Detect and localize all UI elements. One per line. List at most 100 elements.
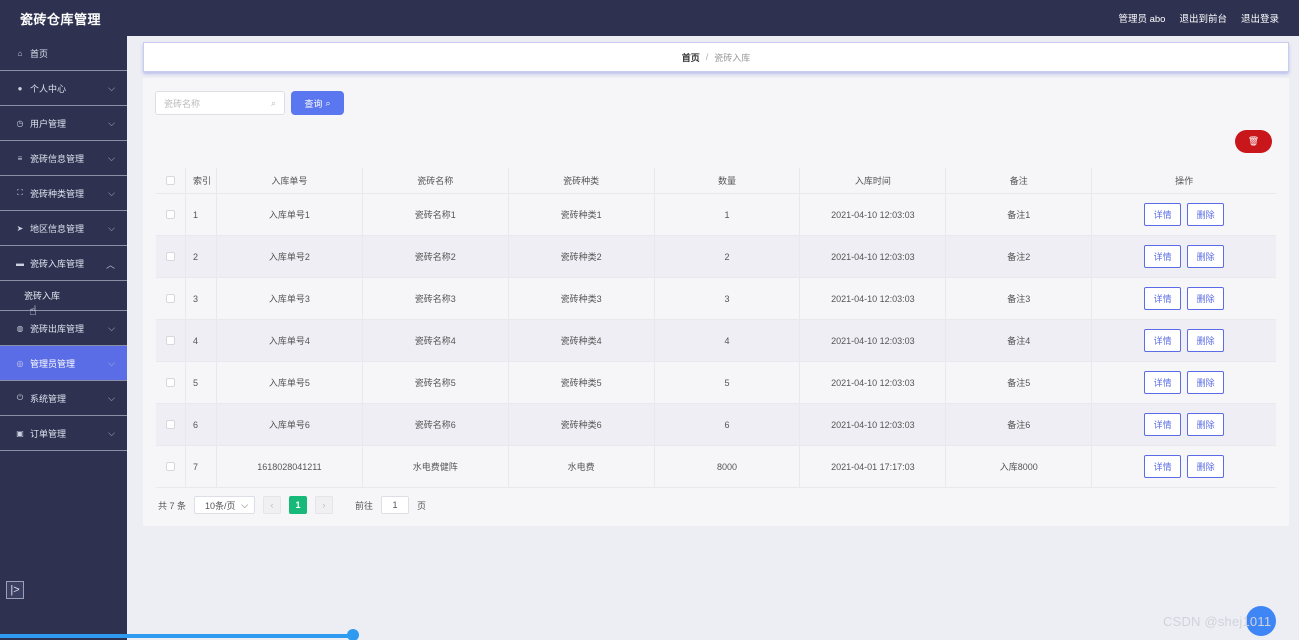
pagination-total: 共 7 条: [158, 500, 187, 511]
detail-button[interactable]: 详情: [1144, 203, 1182, 226]
search-input[interactable]: 瓷砖名称 ⌕: [155, 91, 285, 115]
select-all-checkbox[interactable]: [165, 176, 175, 185]
column-header: 瓷砖种类: [509, 168, 655, 193]
table-cell: 2: [655, 236, 801, 277]
sidebar-item-stock-out[interactable]: ◍ 瓷砖出库管理 ⌵: [0, 311, 127, 346]
table-cell: 瓷砖种类6: [509, 404, 655, 445]
submenu-item-label: 瓷砖入库: [24, 291, 61, 301]
clock-icon: ◷: [16, 118, 24, 128]
to-frontend-link[interactable]: 退出到前台: [1179, 11, 1227, 25]
delete-button[interactable]: 删除: [1187, 245, 1225, 268]
table-cell: 1618028041211: [217, 446, 363, 487]
table-cell: 瓷砖种类3: [509, 278, 655, 319]
logout-link[interactable]: 退出登录: [1241, 11, 1279, 25]
table-cell: 6: [186, 404, 217, 445]
sidebar-item-admins[interactable]: ◎ 管理员管理 ⌵: [0, 346, 127, 381]
search-icon: ⌕: [270, 97, 276, 108]
chevron-down-icon: ⌵: [108, 358, 115, 368]
compass-icon: ◎: [16, 358, 24, 368]
chevron-down-icon: ⌵: [108, 323, 115, 333]
sidebar-item-system[interactable]: ⏻ 系统管理 ⌵: [0, 381, 127, 416]
row-actions: 详情 删除: [1092, 404, 1276, 445]
table-cell: 瓷砖种类1: [509, 194, 655, 235]
sidebar-item-profile[interactable]: ● 个人中心 ⌵: [0, 71, 127, 106]
detail-button[interactable]: 详情: [1144, 245, 1182, 268]
user-icon: ●: [17, 83, 23, 93]
sidebar-item-orders[interactable]: ▣ 订单管理 ⌵: [0, 416, 127, 451]
row-checkbox[interactable]: [165, 294, 175, 303]
row-checkbox[interactable]: [165, 210, 175, 219]
row-checkbox[interactable]: [165, 420, 175, 429]
table-cell: 入库单号2: [217, 236, 363, 277]
watermark-text: CSDN @shej1011: [1163, 614, 1272, 629]
column-header: 操作: [1175, 176, 1194, 186]
row-checkbox[interactable]: [165, 378, 175, 387]
prev-page-button[interactable]: ‹: [263, 496, 282, 514]
row-checkbox-cell: [156, 194, 186, 235]
sidebar-item-stock-in[interactable]: ▬ 瓷砖入库管理 ︿: [0, 246, 127, 281]
table-row: 6 入库单号6 瓷砖名称6 瓷砖种类6 6 2021-04-10 12:03:0…: [156, 404, 1276, 446]
table-cell: 入库单号4: [217, 320, 363, 361]
sidebar-item-label: 瓷砖种类管理: [30, 188, 85, 199]
table-cell: 备注2: [946, 236, 1093, 277]
delete-button[interactable]: 删除: [1187, 413, 1225, 436]
search-icon: ⌕: [325, 97, 331, 108]
table-cell: 2021-04-10 12:03:03: [800, 362, 947, 403]
sidebar-item-home[interactable]: ⌂ 首页: [0, 36, 127, 71]
user-label: 管理员 abo: [1118, 14, 1166, 25]
breadcrumb-home[interactable]: 首页: [682, 51, 700, 64]
main-panel: 瓷砖名称 ⌕ 查询 ⌕ 🗑 索引 入库单号 瓷砖名称 瓷砖种类 数量 入库时间 …: [143, 78, 1289, 526]
home-icon: ⌂: [17, 48, 23, 58]
table-cell: 5: [186, 362, 217, 403]
table-cell: 备注5: [946, 362, 1093, 403]
table-cell: 瓷砖种类5: [509, 362, 655, 403]
sidebar-item-label: 订单管理: [30, 428, 67, 439]
row-actions: 详情 删除: [1092, 194, 1276, 235]
delete-button[interactable]: 删除: [1187, 455, 1225, 478]
row-checkbox[interactable]: [165, 336, 175, 345]
sidebar-item-regions[interactable]: ➤ 地区信息管理 ⌵: [0, 211, 127, 246]
sidebar-item-users[interactable]: ◷ 用户管理 ⌵: [0, 106, 127, 141]
goto-page-input[interactable]: 1: [381, 496, 410, 514]
doc-icon: ▣: [16, 428, 24, 438]
row-actions: 详情 删除: [1092, 320, 1276, 361]
table-cell: 1: [655, 194, 801, 235]
row-checkbox[interactable]: [165, 252, 175, 261]
detail-button[interactable]: 详情: [1144, 287, 1182, 310]
sidebar-item-label: 瓷砖出库管理: [30, 323, 85, 334]
search-button-label: 查询: [304, 98, 323, 109]
delete-button[interactable]: 删除: [1187, 329, 1225, 352]
sidebar-item-label: 个人中心: [30, 83, 67, 94]
table-cell: 备注1: [946, 194, 1093, 235]
submenu-item-stock-in[interactable]: 瓷砖入库: [0, 281, 127, 311]
table-cell: 7: [186, 446, 217, 487]
table-cell: 备注4: [946, 320, 1093, 361]
table-cell: 4: [186, 320, 217, 361]
row-actions: 详情 删除: [1092, 362, 1276, 403]
page-number-current[interactable]: 1: [289, 496, 308, 514]
sidebar-item-tile-types[interactable]: ⛶ 瓷砖种类管理 ⌵: [0, 176, 127, 211]
detail-button[interactable]: 详情: [1144, 413, 1182, 436]
progress-knob[interactable]: [347, 629, 359, 640]
detail-button[interactable]: 详情: [1144, 371, 1182, 394]
search-button[interactable]: 查询 ⌕: [291, 91, 344, 115]
sidebar-item-label: 地区信息管理: [30, 223, 85, 234]
page-size-select[interactable]: 10条/页 ⌵: [194, 496, 256, 514]
delete-button[interactable]: 删除: [1187, 203, 1225, 226]
top-bar: 瓷砖仓库管理 管理员 abo 退出到前台 退出登录: [0, 0, 1299, 36]
detail-button[interactable]: 详情: [1144, 455, 1182, 478]
trash-icon: 🗑: [1247, 136, 1260, 146]
detail-button[interactable]: 详情: [1144, 329, 1182, 352]
sidebar-toggle-button[interactable]: |>: [6, 581, 24, 599]
row-actions: 详情 删除: [1092, 236, 1276, 277]
sidebar-item-tile-info[interactable]: ≡ 瓷砖信息管理 ⌵: [0, 141, 127, 176]
column-header: 入库时间: [800, 168, 947, 193]
batch-delete-button[interactable]: 🗑: [1235, 130, 1272, 153]
row-checkbox[interactable]: [165, 462, 175, 471]
header-checkbox-cell: [156, 168, 186, 193]
breadcrumb-separator: /: [705, 52, 709, 62]
next-page-button[interactable]: ›: [315, 496, 334, 514]
delete-button[interactable]: 删除: [1187, 371, 1225, 394]
table-cell: 瓷砖名称3: [363, 278, 509, 319]
delete-button[interactable]: 删除: [1187, 287, 1225, 310]
